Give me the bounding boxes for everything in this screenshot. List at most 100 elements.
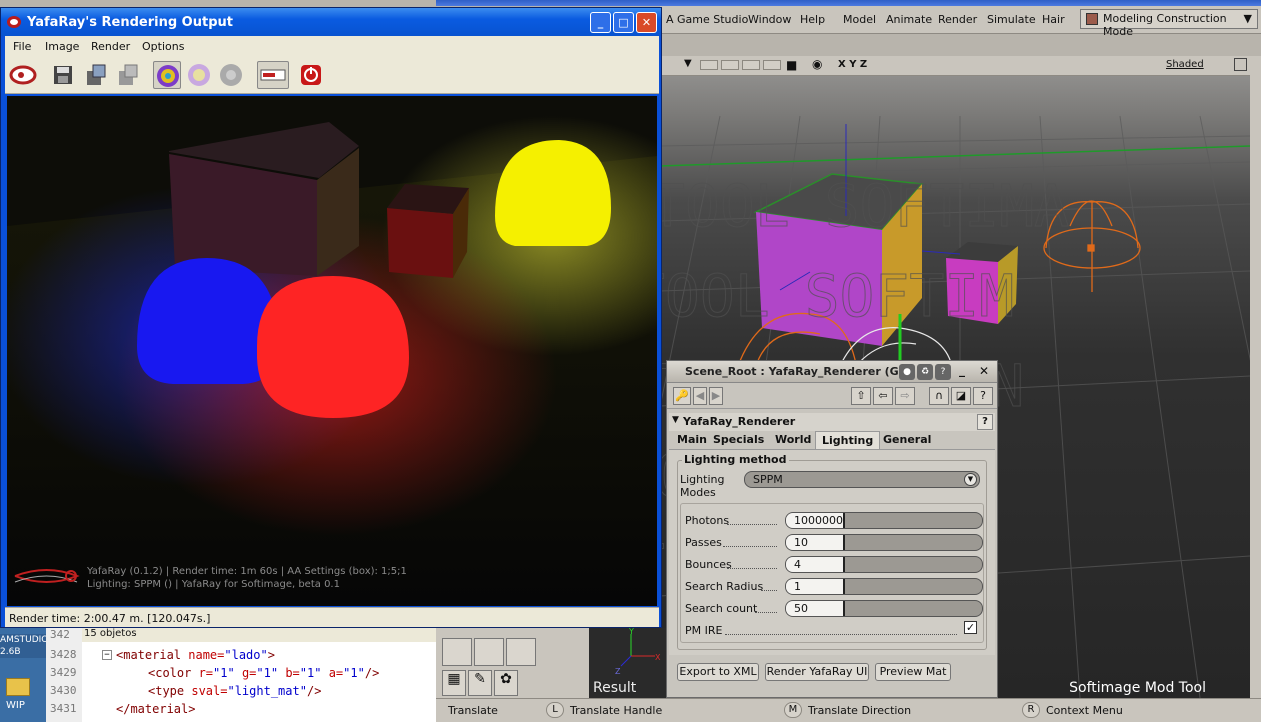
tab-lighting[interactable]: Lighting [815,431,881,449]
tab-general[interactable]: General [877,431,937,449]
passes-slider[interactable]: 10 [785,534,983,551]
palette-tool-icon[interactable]: ✿ [494,670,518,696]
menu-simulate[interactable]: Simulate [987,13,1036,26]
property-panel-titlebar[interactable]: Scene_Root : YafaRay_Renderer (G... ● ♻ … [667,361,997,383]
menu-image[interactable]: Image [45,40,79,53]
construction-mode-dropdown[interactable]: Modeling Construction Mode ▼ [1080,9,1258,38]
code-line[interactable]: </material> [116,702,195,716]
revert-icon[interactable]: ⇨ [895,387,915,405]
render-icon[interactable] [9,61,37,89]
photons-slider[interactable]: 1000000 [785,512,983,529]
recycle-panel-icon[interactable]: ◪ [951,387,971,405]
save-as-icon[interactable] [81,61,109,89]
load-preset-icon[interactable]: ⇧ [851,387,871,405]
menu-game-studio[interactable]: A Game Studio [666,13,748,26]
search-count-slider[interactable]: 50 [785,600,983,617]
section-header[interactable]: ▼ YafaRay_Renderer ? [669,413,995,431]
chevron-down-icon: ▼ [1243,12,1252,25]
save-icon[interactable] [49,61,77,89]
save-alpha-icon[interactable] [113,61,141,89]
group-title: Lighting method [682,453,789,466]
menu-window[interactable]: Window [748,13,791,26]
menu-file[interactable]: File [13,40,31,53]
menu-options[interactable]: Options [142,40,184,53]
chevron-down-icon: ▼ [964,473,977,486]
draw-params-icon[interactable] [257,61,289,89]
menu-model[interactable]: Model [843,13,876,26]
view-slot[interactable] [700,60,718,70]
desktop-folder-label[interactable]: WIP [6,700,25,711]
menu-render[interactable]: Render [91,40,130,53]
view-slot[interactable] [763,60,781,70]
menu-render[interactable]: Render [938,13,977,26]
minimize-panel-icon[interactable]: _ [959,363,965,377]
code-line[interactable]: <type sval="light_mat"/> [148,684,321,698]
code-editor[interactable]: 342 3428 3429 3430 3431 15 objetos − <ma… [46,628,436,722]
eye-icon[interactable]: ◉ [812,57,822,71]
prev-icon[interactable]: ◀ [693,387,707,405]
help-icon[interactable]: ? [935,364,951,380]
pm-ire-checkbox[interactable]: ✓ [964,621,977,634]
fold-toggle-icon[interactable]: − [102,650,112,660]
lighting-modes-label: Modes [680,486,716,499]
color-channel-icon[interactable] [153,61,181,89]
render-info-line1: YafaRay (0.1.2) | Render time: 1m 60s | … [87,566,407,577]
param-label: Bounces [685,558,732,571]
render-yafaray-ui-button[interactable]: Render YafaRay UI [765,663,869,681]
code-line[interactable]: <color r="1" g="1" b="1" a="1"/> [148,666,379,680]
lock-icon[interactable]: ● [899,364,915,380]
tab-specials[interactable]: Specials [707,431,770,449]
lock-panel-icon[interactable]: ∩ [929,387,949,405]
section-help-icon[interactable]: ? [977,414,993,430]
code-line[interactable]: <material name="lado"> [116,648,275,662]
tab-world[interactable]: World [769,431,817,449]
close-panel-icon[interactable]: ✕ [979,364,989,378]
layout-button[interactable] [474,638,504,666]
menu-help[interactable]: Help [800,13,825,26]
shading-mode-menu[interactable]: Shaded [1166,59,1204,70]
search-radius-slider[interactable]: 1 [785,578,983,595]
result-viewport[interactable]: Y X Z Result [589,627,667,698]
view-axes-label[interactable]: X Y Z [838,59,867,70]
menu-animate[interactable]: Animate [886,13,932,26]
brush-tool-icon[interactable]: ✎ [468,670,492,696]
minimize-button[interactable]: _ [590,12,611,33]
slider-value[interactable]: 1 [794,580,801,593]
maximize-button[interactable]: □ [613,12,634,33]
construction-mode-label: Modeling Construction Mode [1103,12,1227,38]
yafaray-output-window: YafaRay's Rendering Output _ □ ✕ File Im… [0,7,662,628]
alpha-channel-icon[interactable] [185,61,213,89]
slider-value[interactable]: 50 [794,602,808,615]
lighting-modes-select[interactable]: SPPM ▼ [744,471,980,488]
camera-icon[interactable]: ■ [786,58,797,72]
slider-value[interactable]: 1000000 [794,514,843,527]
bounces-slider[interactable]: 4 [785,556,983,573]
renderer-property-panel: Scene_Root : YafaRay_Renderer (G... ● ♻ … [666,360,998,698]
stop-render-icon[interactable] [297,61,325,89]
slider-value[interactable]: 10 [794,536,808,549]
render-output-canvas[interactable]: YafaRay (0.1.2) | Render time: 1m 60s | … [7,96,657,606]
apply-icon[interactable]: ⇦ [873,387,893,405]
select-tool-icon[interactable]: ▦ [442,670,466,696]
close-button[interactable]: ✕ [636,12,657,33]
view-slot[interactable] [742,60,760,70]
depth-channel-icon[interactable] [217,61,245,89]
folder-icon[interactable] [6,678,30,696]
slider-value[interactable]: 4 [794,558,801,571]
next-icon[interactable]: ▶ [709,387,723,405]
collapse-arrow-icon[interactable]: ▼ [672,415,679,425]
preview-mat-button[interactable]: Preview Mat [875,663,951,681]
key-icon[interactable]: 🔑 [673,387,691,405]
menu-hair[interactable]: Hair [1042,13,1065,26]
layout-button[interactable] [442,638,472,666]
recycle-icon[interactable]: ♻ [917,364,933,380]
help-panel-icon[interactable]: ? [973,387,993,405]
export-xml-button[interactable]: Export to XML [677,663,759,681]
layout-button[interactable] [506,638,536,666]
yafaray-titlebar[interactable]: YafaRay's Rendering Output _ □ ✕ [1,8,661,36]
view-slot[interactable] [721,60,739,70]
desktop-icon-label[interactable]: AMSTUDIO 2.6B [0,634,48,658]
line-gutter: 342 3428 3429 3430 3431 [46,628,82,722]
chevron-down-icon[interactable]: ▼ [684,58,692,69]
maximize-view-icon[interactable] [1234,58,1247,71]
